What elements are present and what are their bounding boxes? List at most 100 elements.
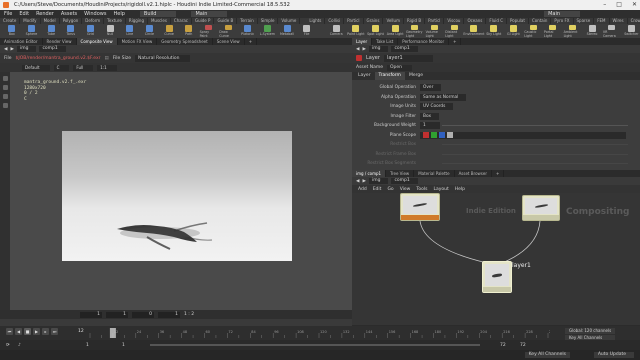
menu-help[interactable]: Help (113, 11, 124, 17)
add-tab-icon[interactable]: + (449, 38, 462, 45)
pane-tab[interactable]: Asset Browser (455, 170, 492, 177)
range-slider[interactable] (150, 344, 480, 346)
shelf-tool[interactable]: Camera (327, 24, 345, 38)
minimize-icon[interactable]: – (603, 0, 606, 10)
pane-tab[interactable]: Animation Editor (0, 38, 43, 45)
shelf-tool[interactable]: Stereo (583, 24, 601, 38)
range-start-2[interactable]: 1 (122, 343, 125, 348)
current-frame-field[interactable]: 12 (78, 329, 84, 334)
sound-icon[interactable]: ♪ (18, 343, 21, 348)
shelf-tool[interactable]: Circle (141, 24, 159, 38)
parameter-slider[interactable] (442, 125, 628, 126)
zoom-select[interactable]: 1:1 (97, 64, 117, 71)
shelf-tool[interactable]: GI Light (505, 24, 523, 38)
shelf-tool[interactable]: Sky Light (485, 24, 503, 38)
range-end-2[interactable]: 72 (520, 343, 526, 348)
maximize-icon[interactable]: □ (616, 0, 622, 10)
parameter-value[interactable]: Over (420, 84, 442, 91)
pane-tab[interactable]: Layer (352, 38, 373, 45)
channel-swatch-icon[interactable] (447, 131, 453, 138)
shelf-tool[interactable]: Line (121, 24, 139, 38)
view-tool-icon[interactable] (2, 103, 8, 108)
menu-edit[interactable]: Edit (19, 11, 29, 17)
path-comp1[interactable]: comp1 (391, 178, 418, 184)
pane-tab[interactable]: Take List (372, 38, 399, 45)
menu-assets[interactable]: Assets (61, 11, 77, 17)
timeline-ruler[interactable]: 12 24 36 48 60 72 84 96 108 120 132 144 156 168 180 192… (88, 328, 550, 338)
shelf-tool[interactable]: Draw Curve (219, 24, 237, 38)
parameter-value[interactable]: 1 (420, 122, 440, 129)
network-menu-item[interactable]: View (400, 187, 411, 192)
parameter-value[interactable]: Box (420, 112, 439, 120)
stop-icon[interactable]: ■ (24, 328, 31, 335)
key-all-channels[interactable]: Key All Channels (524, 352, 570, 358)
file-path[interactable]: $JOB/render/mantra_ground.v2.$F.exr (16, 56, 101, 61)
menu-windows[interactable]: Windows (84, 11, 106, 17)
shelf-tool[interactable]: Geometry Light (406, 24, 424, 38)
path-img[interactable]: img (16, 46, 37, 52)
path-comp1[interactable]: comp1 (39, 46, 66, 52)
shelf-tool[interactable]: File (298, 24, 316, 38)
pane-tab[interactable]: Tree View (386, 170, 415, 177)
shelf-tool[interactable]: Metaball (278, 24, 296, 38)
file-node-left[interactable] (400, 193, 440, 221)
network-menu-item[interactable]: Go (387, 187, 393, 192)
add-tab-icon[interactable]: + (245, 38, 258, 45)
step-forward-icon[interactable]: ▸ (42, 328, 49, 335)
add-tab-icon[interactable]: + (492, 170, 505, 177)
folder-icon[interactable]: ▤ (105, 56, 109, 61)
quality-select[interactable]: Full (73, 64, 94, 71)
shelf-tool[interactable]: Spray Paint (200, 24, 218, 38)
step-back-icon[interactable]: ◀ (15, 328, 22, 335)
shelf-tool[interactable]: Environment (463, 24, 484, 38)
network-menu-item[interactable]: Tools (416, 187, 427, 192)
back-icon[interactable]: ◀ (356, 47, 359, 52)
frame-field-3[interactable]: 0 (132, 311, 154, 318)
channel-swatch-icon[interactable] (431, 131, 437, 138)
select-tool-icon[interactable] (2, 76, 8, 81)
display-select[interactable]: Default (22, 64, 50, 71)
playhead[interactable] (109, 328, 116, 338)
shelf-tool[interactable]: Distant Light (445, 24, 463, 38)
forward-icon[interactable]: ▶ (10, 47, 13, 52)
shelf-tool[interactable]: Platonic (239, 24, 257, 38)
range-end[interactable]: 72 (500, 343, 506, 348)
path-img[interactable]: img (368, 178, 389, 184)
desktop-main-right-select[interactable]: Main (544, 11, 580, 17)
parameter-tab[interactable]: Merge (405, 72, 427, 80)
jump-start-icon[interactable]: ⏮ (6, 328, 13, 335)
shelf-tool[interactable]: Volume Light (426, 24, 444, 38)
frame-field-1[interactable]: 1 (80, 311, 102, 318)
shelf-tool[interactable]: Point Light (347, 24, 365, 38)
channel-select[interactable]: C (53, 64, 70, 71)
layer1-node[interactable] (482, 261, 512, 293)
pane-tab[interactable]: Material Palette (414, 170, 455, 177)
shelf-tool[interactable]: Portal Light (544, 24, 562, 38)
path-comp1[interactable]: comp1 (391, 46, 418, 52)
shelf-tool[interactable]: Path (180, 24, 198, 38)
pane-tab[interactable]: Scene View (213, 38, 245, 45)
pane-tab[interactable]: Motion FX View (118, 38, 158, 45)
global-channels[interactable]: Global: 120 channels (565, 328, 616, 334)
play-icon[interactable]: ▶ (33, 328, 40, 335)
close-icon[interactable]: ✕ (632, 0, 637, 10)
forward-icon[interactable]: ▶ (362, 179, 365, 184)
pan-tool-icon[interactable] (2, 85, 8, 90)
back-icon[interactable]: ◀ (356, 179, 359, 184)
path-img[interactable]: img (368, 46, 389, 52)
back-icon[interactable]: ◀ (4, 47, 7, 52)
auto-update-select[interactable]: Auto Update (593, 352, 634, 358)
shelf-tool[interactable]: Caustic Light (524, 24, 542, 38)
shelf-tool[interactable]: Grid (82, 24, 100, 38)
frame-field-2[interactable]: 1 (106, 311, 128, 318)
channel-swatch-icon[interactable] (439, 131, 445, 138)
shelf-tool[interactable]: Curve (160, 24, 178, 38)
menu-file[interactable]: File (4, 11, 12, 17)
shelf-tool[interactable]: Null (101, 24, 119, 38)
forward-icon[interactable]: ▶ (362, 47, 365, 52)
file-node-right[interactable] (522, 195, 560, 221)
zoom-tool-icon[interactable] (2, 94, 8, 99)
parameter-value[interactable]: Same as Normal (420, 93, 467, 101)
shelf-tool[interactable]: Spot Light (367, 24, 385, 38)
node-name-field[interactable]: layer1 (383, 54, 433, 62)
